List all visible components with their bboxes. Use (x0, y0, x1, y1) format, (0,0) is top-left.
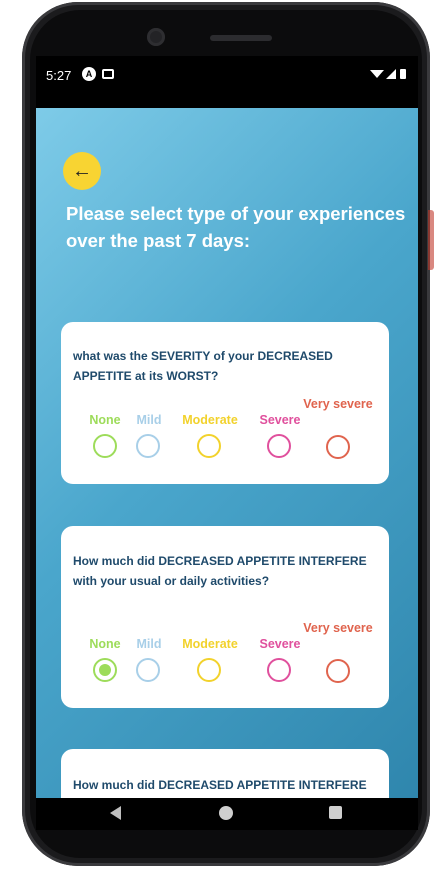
nav-home-icon[interactable] (219, 806, 233, 820)
radio-button[interactable] (136, 434, 160, 458)
option-label: Moderate (182, 637, 238, 651)
question-card: what was the SEVERITY of your DECREASED … (61, 322, 389, 484)
option-label: Severe (259, 637, 301, 651)
option-label: Very severe (303, 397, 373, 411)
notification-a-icon: A (82, 67, 96, 81)
radio-button[interactable] (197, 658, 221, 682)
power-button (428, 210, 434, 270)
radio-button[interactable] (93, 434, 117, 458)
question-card: How much did DECREASED APPETITE INTERFER… (61, 526, 389, 708)
radio-button-selected[interactable] (93, 658, 117, 682)
wifi-signal-battery-icon (370, 69, 406, 79)
arrow-left-icon: ← (72, 159, 92, 182)
status-time: 5:27 (46, 68, 72, 83)
question-text: How much did DECREASED APPETITE INTERFER… (73, 778, 367, 792)
notification-card-icon (102, 69, 114, 79)
radio-button[interactable] (136, 658, 160, 682)
question-text: what was the SEVERITY of your DECREASED … (73, 349, 333, 383)
radio-button[interactable] (326, 435, 350, 459)
radio-button[interactable] (197, 434, 221, 458)
option-label: Mild (136, 637, 162, 651)
question-card: How much did DECREASED APPETITE INTERFER… (61, 749, 389, 798)
radio-button[interactable] (267, 658, 291, 682)
status-right-icons (370, 68, 410, 83)
page-title: Please select type of your experiences o… (66, 203, 406, 251)
app-content: ← Please select type of your experiences… (36, 108, 418, 798)
option-label: Severe (259, 413, 301, 427)
earpiece-speaker (210, 35, 272, 41)
back-button[interactable]: ← (63, 152, 101, 190)
option-label: Moderate (182, 413, 238, 427)
navigation-bar (36, 798, 418, 830)
screen: 5:27 A ← Please select type of your expe… (36, 56, 418, 830)
nav-recents-icon[interactable] (329, 806, 342, 819)
status-bar: 5:27 A (36, 56, 418, 108)
radio-selected-dot (99, 664, 111, 676)
option-label: Very severe (303, 621, 373, 635)
radio-button[interactable] (326, 659, 350, 683)
nav-back-icon[interactable] (110, 806, 121, 820)
front-camera (147, 28, 165, 46)
option-label: Mild (136, 413, 162, 427)
question-text: How much did DECREASED APPETITE INTERFER… (73, 554, 367, 588)
radio-button[interactable] (267, 434, 291, 458)
